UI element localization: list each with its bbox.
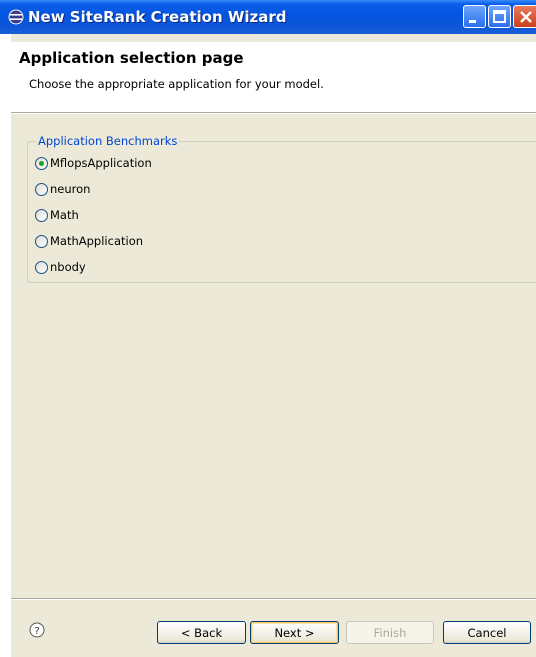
radio-label: neuron: [50, 182, 91, 196]
radio-label: MflopsApplication: [50, 156, 152, 170]
group-legend: Application Benchmarks: [36, 134, 180, 148]
close-icon: [520, 11, 532, 23]
radio-option-mflops[interactable]: MflopsApplication: [35, 154, 152, 172]
svg-text:?: ?: [34, 626, 39, 637]
window-title: New SiteRank Creation Wizard: [28, 8, 287, 26]
maximize-button[interactable]: [488, 5, 511, 28]
wizard-dialog: New SiteRank Creation Wizard Application…: [0, 0, 536, 657]
radio-option-neuron[interactable]: neuron: [35, 180, 90, 198]
page-description: Choose the appropriate application for y…: [29, 77, 324, 91]
maximize-icon: [493, 10, 506, 23]
radio-button-icon[interactable]: [35, 260, 48, 274]
cancel-button[interactable]: Cancel: [443, 621, 531, 644]
eclipse-wizard-icon: [8, 9, 24, 25]
title-bar[interactable]: New SiteRank Creation Wizard: [0, 0, 536, 34]
help-icon[interactable]: ?: [29, 622, 45, 638]
next-button[interactable]: Next >: [250, 621, 339, 644]
page-title: Application selection page: [19, 49, 244, 67]
radio-button-icon[interactable]: [35, 156, 48, 170]
radio-option-mathapplication[interactable]: MathApplication: [35, 232, 143, 250]
footer-separator-highlight: [11, 599, 536, 600]
radio-button-icon[interactable]: [35, 208, 48, 222]
radio-option-nbody[interactable]: nbody: [35, 258, 86, 276]
minimize-button[interactable]: [463, 5, 486, 28]
radio-label: nbody: [50, 260, 86, 274]
finish-button[interactable]: Finish: [346, 621, 434, 644]
radio-option-math[interactable]: Math: [35, 206, 79, 224]
radio-label: MathApplication: [50, 234, 144, 248]
header-separator-highlight: [11, 113, 536, 114]
back-button[interactable]: < Back: [157, 621, 246, 644]
radio-button-icon[interactable]: [35, 182, 48, 196]
minimize-icon: [469, 20, 476, 23]
radio-label: Math: [50, 208, 79, 222]
left-border: [0, 34, 11, 657]
close-button[interactable]: [513, 5, 536, 28]
radio-button-icon[interactable]: [35, 234, 48, 248]
